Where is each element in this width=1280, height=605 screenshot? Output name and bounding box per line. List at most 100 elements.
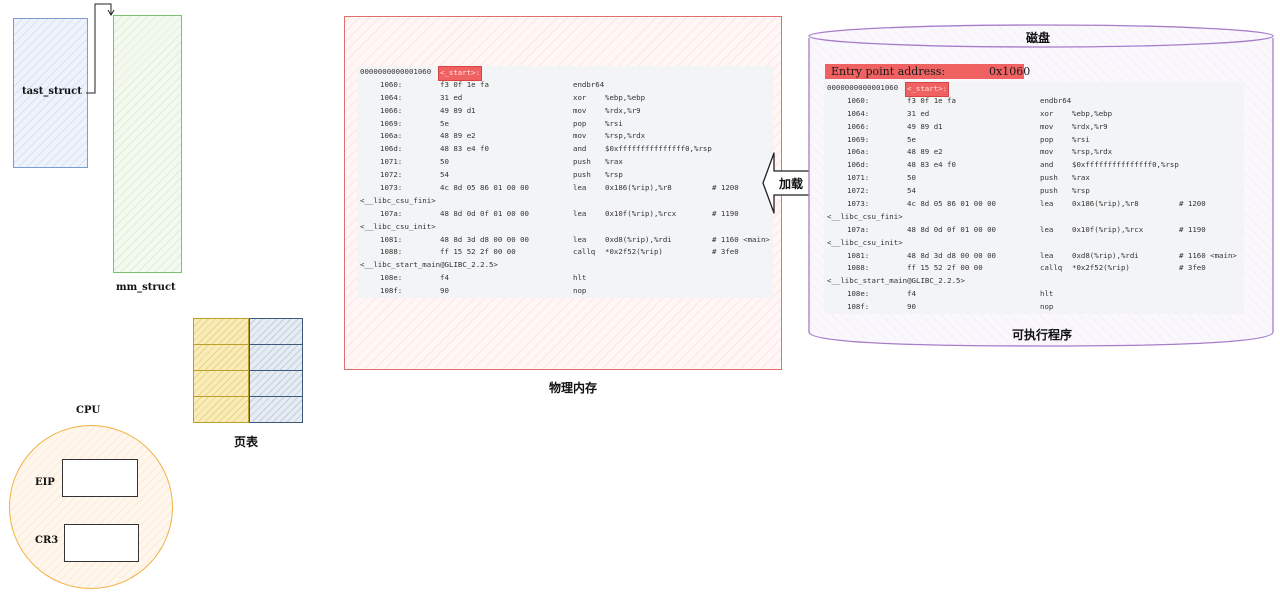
code-args: %ebp,%ebp [605, 92, 646, 102]
code-args: %rsi [1072, 134, 1090, 144]
code-args: %rsi [605, 118, 623, 128]
disk-code-lines: 0000000000001060 <_start>: 1060: f3 0f 1e f… [827, 82, 1245, 314]
code-op: xor [573, 92, 587, 102]
code-continuation: <__libc_csu_init> [360, 221, 436, 231]
code-addr: 1066: [847, 121, 870, 131]
code-line: <__libc_csu_init> [360, 221, 774, 234]
code-op: hlt [573, 273, 587, 283]
code-op: lea [573, 208, 587, 218]
code-line: 108e: f4 hlt [360, 272, 774, 285]
code-line: <__libc_csu_fini> [360, 195, 774, 208]
code-bytes: ff 15 52 2f 00 00 [907, 263, 983, 273]
code-args: 0x186(%rip),%r8 [1072, 199, 1139, 209]
code-args: %ebp,%ebp [1072, 108, 1113, 118]
code-line: 1072: 54 push %rsp [360, 169, 774, 182]
code-op: lea [1040, 199, 1054, 209]
code-line: 107a: 48 8d 0d 0f 01 00 00 lea 0x10f(%rip),… [827, 224, 1245, 237]
code-addr: 1072: [847, 186, 870, 196]
page-table-cell [249, 344, 303, 371]
code-line: <__libc_start_main@GLIBC_2.2.5> [827, 275, 1245, 288]
code-op: lea [1040, 224, 1054, 234]
code-bytes: 5e [907, 134, 916, 144]
code-continuation: <__libc_csu_fini> [827, 211, 903, 221]
task-to-mm-arrow [86, 3, 115, 94]
code-bytes: f4 [907, 289, 916, 299]
code-args: %rsp [1072, 186, 1090, 196]
code-line: 1066: 49 89 d1 mov %rdx,%r9 [827, 121, 1245, 134]
code-op: and [1040, 160, 1054, 170]
code-addr: 107a: [847, 224, 870, 234]
code-line: 106a: 48 89 e2 mov %rsp,%rdx [360, 130, 774, 143]
code-line: 1073: 4c 8d 05 86 01 00 00 lea 0x186(%rip),… [827, 198, 1245, 211]
code-op: and [573, 144, 587, 154]
code-args: %rsp [605, 170, 623, 180]
code-line: 1064: 31 ed xor %ebp,%ebp [827, 108, 1245, 121]
code-op: endbr64 [573, 79, 605, 89]
code-bytes: f4 [440, 273, 449, 283]
code-header-address: 0000000000001060 [360, 67, 432, 76]
code-bytes: 48 89 e2 [440, 131, 476, 141]
page-table-cell [249, 396, 303, 423]
mm-struct-label: mm_struct [116, 282, 176, 293]
code-op: nop [1040, 302, 1054, 312]
code-addr: 1088: [847, 263, 870, 273]
code-op: hlt [1040, 289, 1054, 299]
code-args: 0x10f(%rip),%rcx [605, 208, 677, 218]
code-args: 0xd8(%rip),%rdi [605, 234, 672, 244]
code-op: xor [1040, 108, 1054, 118]
code-line: 1064: 31 ed xor %ebp,%ebp [360, 92, 774, 105]
entry-point-banner: Entry point address: 0x1060 [825, 64, 1030, 79]
code-addr: 1060: [380, 79, 403, 89]
code-line: 108e: f4 hlt [827, 288, 1245, 301]
code-comment: # 3fe0 [712, 247, 739, 257]
code-op: pop [573, 118, 587, 128]
code-line: 1060: f3 0f 1e fa endbr64 [827, 95, 1245, 108]
code-op: callq [1040, 263, 1063, 273]
code-op: lea [573, 234, 587, 244]
code-bytes: 54 [907, 186, 916, 196]
code-comment: # 1160 <main> [712, 234, 770, 244]
code-bytes: 48 8d 3d d8 00 00 00 [440, 234, 529, 244]
code-line: 108f: 90 nop [360, 285, 774, 298]
code-comment: # 1190 [1179, 224, 1206, 234]
code-bytes: 5e [440, 118, 449, 128]
code-addr: 108e: [380, 273, 403, 283]
code-bytes: 50 [907, 173, 916, 183]
eip-label: EIP [35, 477, 55, 488]
code-args: *0x2f52(%rip) [1072, 263, 1130, 273]
code-bytes: 90 [907, 302, 916, 312]
code-line: 107a: 48 8d 0d 0f 01 00 00 lea 0x10f(%rip),… [360, 208, 774, 221]
code-line: 106a: 48 89 e2 mov %rsp,%rdx [827, 146, 1245, 159]
code-continuation: <__libc_start_main@GLIBC_2.2.5> [827, 276, 965, 286]
code-addr: 1072: [380, 170, 403, 180]
cpu-label: CPU [76, 405, 101, 416]
code-line: <__libc_csu_init> [827, 237, 1245, 250]
code-addr: 1064: [847, 108, 870, 118]
code-bytes: 50 [440, 157, 449, 167]
code-line: <__libc_start_main@GLIBC_2.2.5> [360, 259, 774, 272]
code-bytes: 49 89 d1 [907, 121, 943, 131]
code-bytes: 48 8d 0d 0f 01 00 00 [907, 224, 996, 234]
code-line: 1071: 50 push %rax [360, 156, 774, 169]
code-args: 0x10f(%rip),%rcx [1072, 224, 1144, 234]
code-addr: 107a: [380, 208, 403, 218]
task-struct-label: tast_struct [22, 86, 82, 97]
code-line: 1081: 48 8d 3d d8 00 00 00 lea 0xd8(%rip),%… [827, 250, 1245, 263]
code-op: mov [573, 105, 587, 115]
code-line: 1088: ff 15 52 2f 00 00 callq *0x2f52(%rip)… [360, 246, 774, 259]
code-addr: 1073: [380, 183, 403, 193]
code-header-line: 0000000000001060 <_start>: [827, 82, 1245, 97]
page-table-cell [193, 396, 249, 423]
code-header-address: 0000000000001060 [827, 83, 899, 92]
code-line: 1072: 54 push %rsp [827, 185, 1245, 198]
code-args: %rax [605, 157, 623, 167]
code-line: 106d: 48 83 e4 f0 and $0xfffffffffffffff0,%… [360, 143, 774, 156]
code-addr: 1081: [847, 250, 870, 260]
page-table-label: 页表 [234, 435, 259, 449]
disk-disassembly: 0000000000001060 <_start>: 1060: f3 0f 1e f… [824, 82, 1244, 314]
code-addr: 1066: [380, 105, 403, 115]
code-comment: # 1200 [1179, 199, 1206, 209]
code-op: push [1040, 173, 1058, 183]
code-bytes: 90 [440, 286, 449, 296]
code-args: %rsp,%rdx [1072, 147, 1113, 157]
